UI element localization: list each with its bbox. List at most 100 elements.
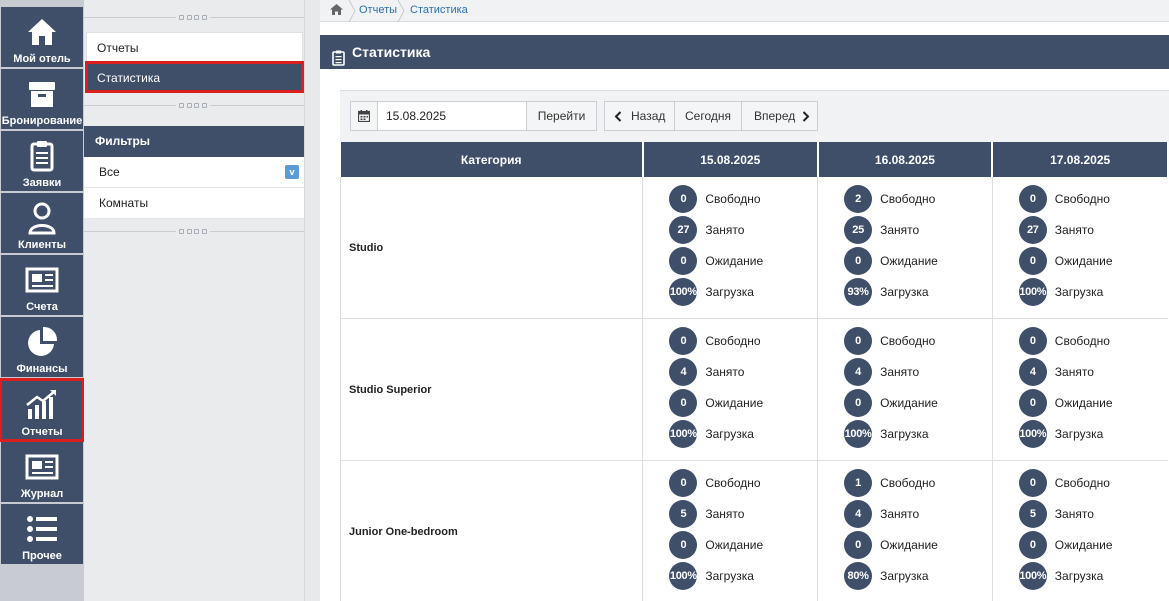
go-button[interactable]: Перейти — [526, 101, 597, 131]
breadcrumb-reports[interactable]: Отчеты — [359, 4, 397, 16]
stat-row: 1 Свободно — [844, 468, 935, 497]
stat-row: 4 Занято — [844, 499, 919, 528]
stat-value-badge: 27 — [1018, 215, 1047, 244]
stat-value-badge: 100% — [1018, 561, 1047, 590]
back-button[interactable]: Назад — [604, 101, 675, 131]
nav-other[interactable]: Прочее — [1, 504, 83, 564]
stat-label: Ожидание — [1054, 537, 1113, 552]
page-header: Статистика — [320, 35, 1169, 69]
stat-label: Свободно — [880, 191, 936, 206]
filter-item-rooms[interactable]: Комнаты — [84, 188, 304, 219]
chevron-left-icon — [614, 111, 622, 122]
nav-requests[interactable]: Заявки — [1, 131, 83, 191]
category-cell: Junior One-bedroom — [339, 460, 643, 601]
stat-row: 80% Загрузка — [844, 561, 929, 590]
stat-label: Загрузка — [880, 284, 929, 299]
stat-label: Ожидание — [705, 395, 764, 410]
breadcrumb-separator — [397, 0, 405, 22]
stat-value-badge: 0 — [844, 246, 873, 275]
stat-row: 100% Загрузка — [669, 561, 754, 590]
stat-row: 100% Загрузка — [1018, 561, 1104, 590]
stat-label: Загрузка — [880, 426, 929, 441]
date-input[interactable] — [377, 101, 527, 131]
panel-splitter[interactable] — [304, 0, 320, 601]
stat-row: 0 Ожидание — [669, 388, 764, 417]
nav-booking[interactable]: Бронирование — [1, 69, 83, 129]
forward-label: Вперед — [754, 109, 796, 123]
stat-row: 5 Занято — [669, 499, 744, 528]
date-stat-cell: 0 Свободно 4 Занято 0 Ожидание 100% Загрузка — [991, 318, 1168, 461]
nav-label: Мой отель — [13, 53, 71, 65]
stat-label: Загрузка — [705, 426, 754, 441]
stat-value-badge: 0 — [1018, 184, 1047, 213]
stat-row: 5 Занято — [1018, 499, 1094, 528]
stat-value-badge: 93% — [844, 277, 873, 306]
forward-button[interactable]: Вперед — [741, 101, 818, 131]
today-button[interactable]: Сегодня — [674, 101, 742, 131]
stat-row: 2 Свободно — [844, 184, 936, 213]
stat-value-badge: 0 — [844, 530, 873, 559]
nav-clients[interactable]: Клиенты — [1, 193, 83, 253]
stat-value-badge: 0 — [1018, 326, 1047, 355]
panel-resize-handle[interactable] — [84, 226, 304, 236]
submenu-item-reports[interactable]: Отчеты — [86, 32, 303, 62]
nav-label: Отчеты — [21, 426, 63, 438]
stat-row: 0 Свободно — [669, 326, 761, 355]
stat-label: Занято — [1054, 364, 1094, 379]
stat-value-badge: 100% — [669, 561, 698, 590]
stat-row: 0 Ожидание — [844, 246, 938, 275]
stat-row: 100% Загрузка — [844, 419, 929, 448]
main-content: Отчеты Статистика Статистика Перейти Наз… — [320, 0, 1169, 601]
nav-invoices[interactable]: Счета — [1, 255, 83, 315]
category-cell: Studio Superior — [339, 318, 643, 461]
date-stat-cell: 0 Свободно 5 Занято 0 Ожидание 100% Загрузка — [642, 460, 818, 601]
nav-my-hotel[interactable]: Мой отель — [1, 7, 83, 67]
stat-label: Свободно — [1054, 191, 1110, 206]
table-row: Studio Superior 0 Свободно 4 Занято 0 Ожидание… — [339, 318, 1168, 461]
stat-value-badge: 0 — [669, 530, 698, 559]
archive-box-icon — [1, 77, 83, 111]
stat-value-badge: 0 — [1018, 530, 1047, 559]
calendar-button[interactable] — [350, 101, 378, 131]
stat-row: 0 Ожидание — [1018, 388, 1113, 417]
date-toolbar: Перейти Назад Сегодня Вперед — [340, 90, 1169, 142]
stat-value-badge: 0 — [1018, 388, 1047, 417]
nav-journal[interactable]: Журнал — [1, 442, 83, 502]
stat-row: 0 Ожидание — [669, 530, 764, 559]
home-icon[interactable] — [330, 4, 343, 18]
stat-value-badge: 0 — [669, 388, 698, 417]
table-header-row: Категория 15.08.2025 16.08.2025 17.08.20… — [340, 142, 1169, 177]
stat-label: Занято — [705, 364, 745, 379]
stat-label: Загрузка — [1054, 568, 1104, 583]
stat-row: 4 Занято — [669, 357, 745, 386]
panel-resize-handle[interactable] — [84, 100, 304, 110]
stat-label: Занято — [880, 364, 920, 379]
stat-label: Ожидание — [705, 537, 764, 552]
filter-label: Все — [99, 165, 120, 179]
stat-value-badge: 2 — [844, 184, 873, 213]
stat-value-badge: 100% — [844, 419, 873, 448]
stat-row: 0 Свободно — [669, 468, 761, 497]
invoice-icon — [1, 263, 83, 297]
nav-finance[interactable]: Финансы — [1, 317, 83, 377]
stat-row: 100% Загрузка — [669, 419, 754, 448]
stat-row: 4 Занято — [844, 357, 920, 386]
stat-value-badge: 4 — [844, 357, 873, 386]
nav-label: Прочее — [22, 550, 62, 562]
stat-label: Ожидание — [880, 395, 938, 410]
stat-value-badge: 0 — [669, 184, 698, 213]
submenu-item-statistics[interactable]: Статистика — [85, 61, 304, 93]
nav-reports[interactable]: Отчеты — [0, 378, 85, 442]
filter-item-all[interactable]: Все v — [84, 157, 304, 188]
breadcrumb-statistics[interactable]: Статистика — [410, 4, 468, 16]
date-stat-cell: 0 Свободно 4 Занято 0 Ожидание 100% Загрузка — [642, 318, 818, 461]
stat-label: Свободно — [1054, 333, 1110, 348]
stat-value-badge: 0 — [1018, 468, 1047, 497]
panel-resize-handle[interactable] — [84, 12, 304, 22]
stat-value-badge: 5 — [669, 499, 698, 528]
stat-value-badge: 0 — [669, 468, 698, 497]
stat-value-badge: 25 — [844, 215, 873, 244]
table-row: Studio 0 Свободно 27 Занято 0 Ожидание 100% Загр… — [339, 177, 1168, 319]
stat-row: 0 Ожидание — [844, 530, 938, 559]
breadcrumb: Отчеты Статистика — [320, 0, 1169, 22]
